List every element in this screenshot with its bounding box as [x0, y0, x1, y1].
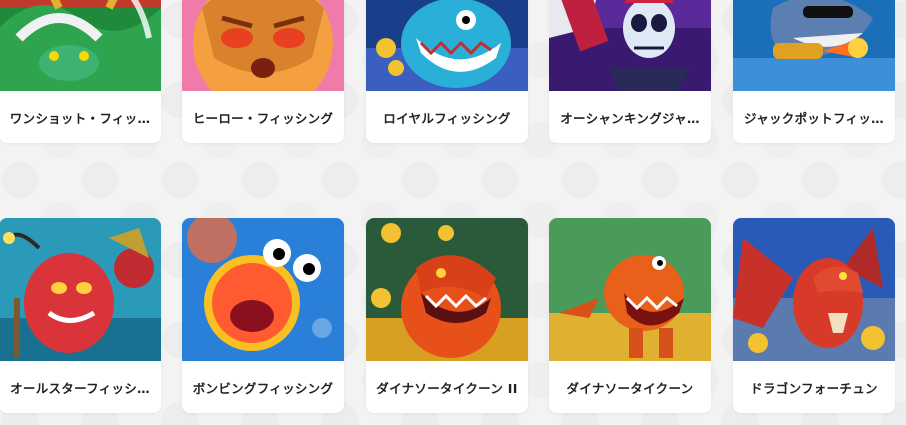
game-card-royal-fishing[interactable]: ロイヤルフィッシング — [366, 0, 528, 143]
game-card-dinosaur-tycoon-2[interactable]: ダイナソータイクーン II — [366, 218, 528, 413]
game-title: オールスターフィッシ… — [10, 380, 150, 396]
shark-art-image — [733, 0, 895, 91]
game-title: ロイヤルフィッシング — [383, 110, 511, 126]
skeleton-king-art-image — [549, 0, 711, 91]
game-title: ジャックポットフィッ… — [744, 110, 884, 126]
game-title: ワンショット・フィッ… — [9, 110, 151, 126]
trex-art-image — [549, 218, 711, 361]
game-title: ドラゴンフォーチュン — [750, 380, 878, 396]
game-card-hero-fishing[interactable]: ヒーロー・フィッシング — [182, 0, 344, 143]
game-card-ocean-king-jackpot[interactable]: オーシャンキングジャ… — [549, 0, 711, 143]
game-card-one-shot-fishing[interactable]: ワンショット・フィッ… — [0, 0, 161, 143]
game-title: ダイナソータイクーン II — [376, 380, 518, 396]
game-card-jackpot-fishing[interactable]: ジャックポットフィッ… — [733, 0, 895, 143]
game-grid-page: { "games": [ {"title": "ワンショット・フィッ…", "a… — [0, 0, 906, 425]
game-title: ヒーロー・フィッシング — [192, 110, 334, 126]
game-card-bombing-fishing[interactable]: ボンビングフィッシング — [182, 218, 344, 413]
blue-dragon-art-image — [366, 0, 528, 91]
game-card-dragon-fortune[interactable]: ドラゴンフォーチュン — [733, 218, 895, 413]
game-card-all-star-fishing[interactable]: オールスターフィッシ… — [0, 218, 161, 413]
game-card-dinosaur-tycoon[interactable]: ダイナソータイクーン — [549, 218, 711, 413]
pufferfish-art-image — [182, 218, 344, 361]
dinosaur-orange-art-image — [366, 218, 528, 361]
hero-mask-art-image — [182, 0, 344, 91]
game-title: ダイナソータイクーン — [566, 380, 694, 396]
game-title: ボンビングフィッシング — [192, 380, 334, 396]
dragon-green-art-image — [0, 0, 161, 91]
red-dragon-art-image — [733, 218, 895, 361]
game-title: オーシャンキングジャ… — [560, 110, 700, 126]
red-monster-art-image — [0, 218, 161, 361]
